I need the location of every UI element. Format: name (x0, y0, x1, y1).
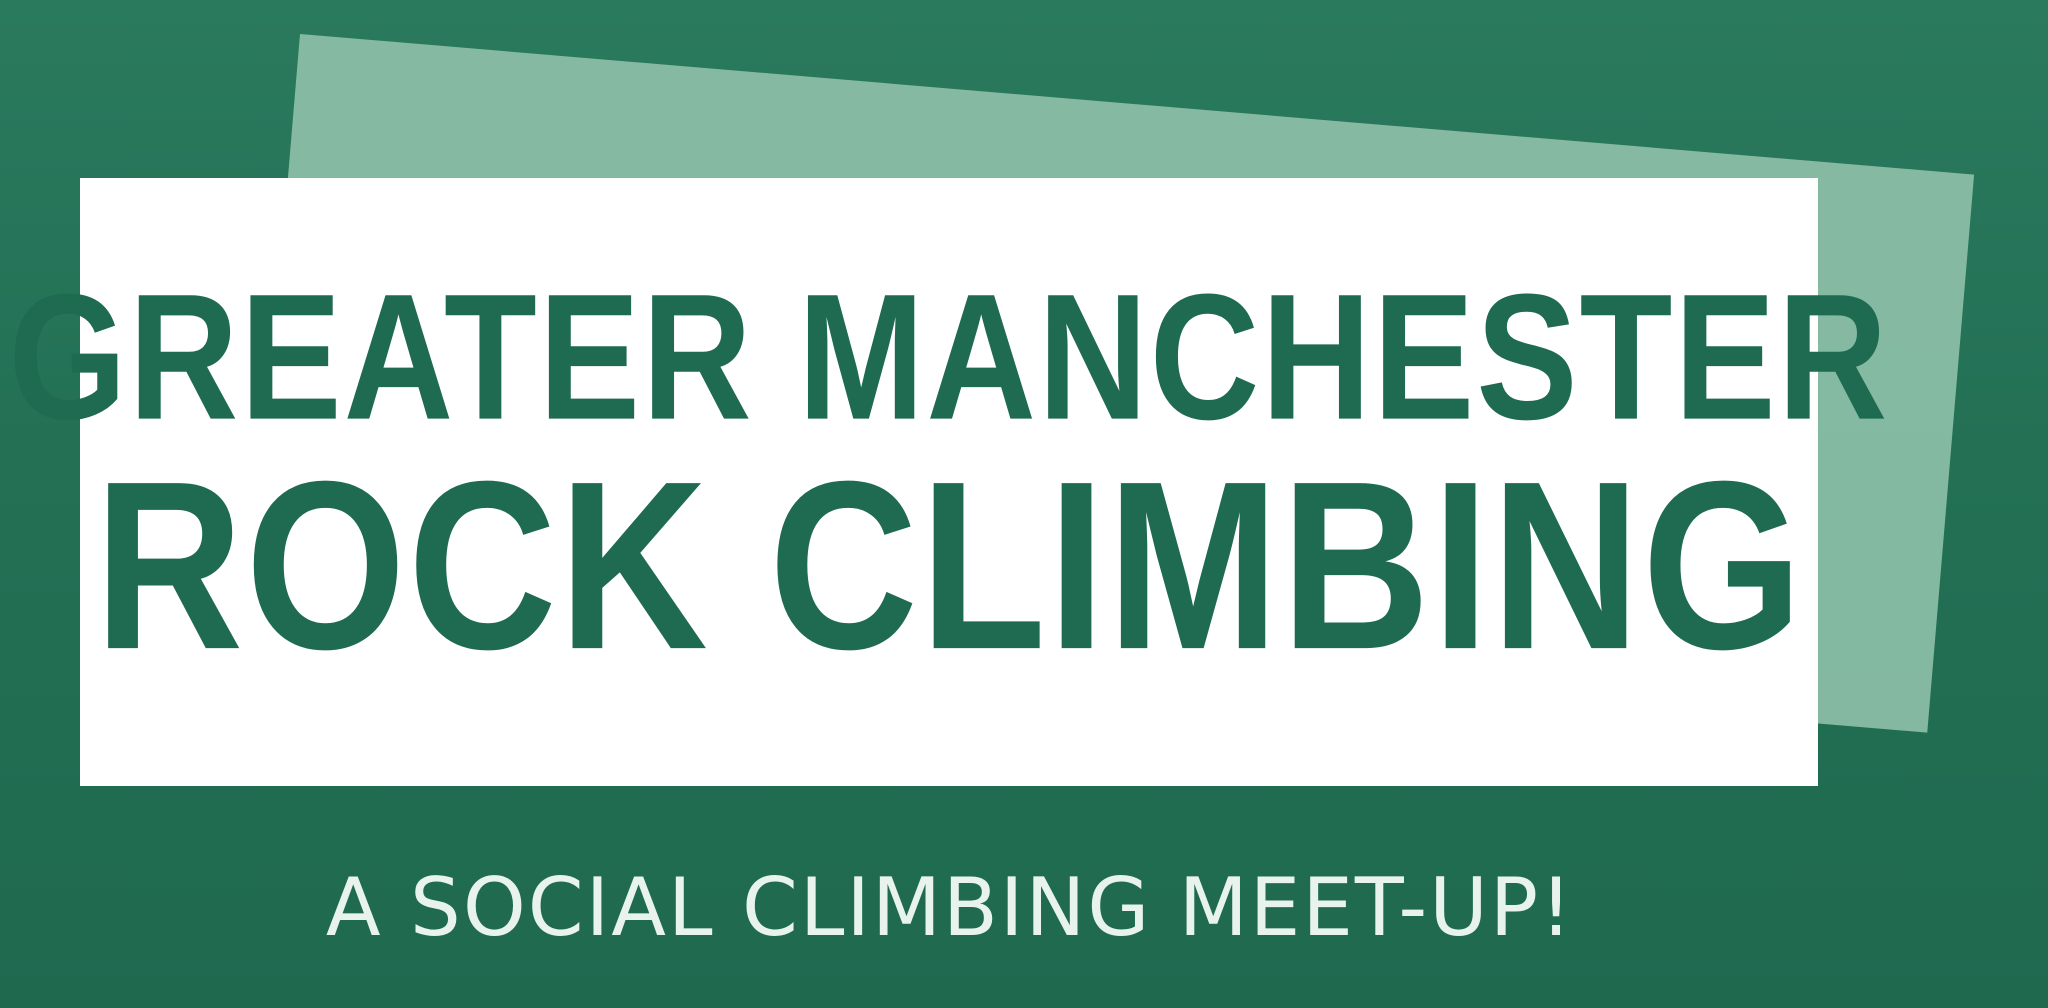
banner: GREATER MANCHESTER ROCK CLIMBING A SOCIA… (0, 0, 2048, 1008)
title-box: GREATER MANCHESTER ROCK CLIMBING (9, 178, 1887, 786)
title-line-1: GREATER MANCHESTER (8, 256, 1890, 457)
title-line-2: ROCK CLIMBING (93, 432, 1805, 700)
tagline: A SOCIAL CLIMBING MEET-UP! (325, 861, 1575, 954)
